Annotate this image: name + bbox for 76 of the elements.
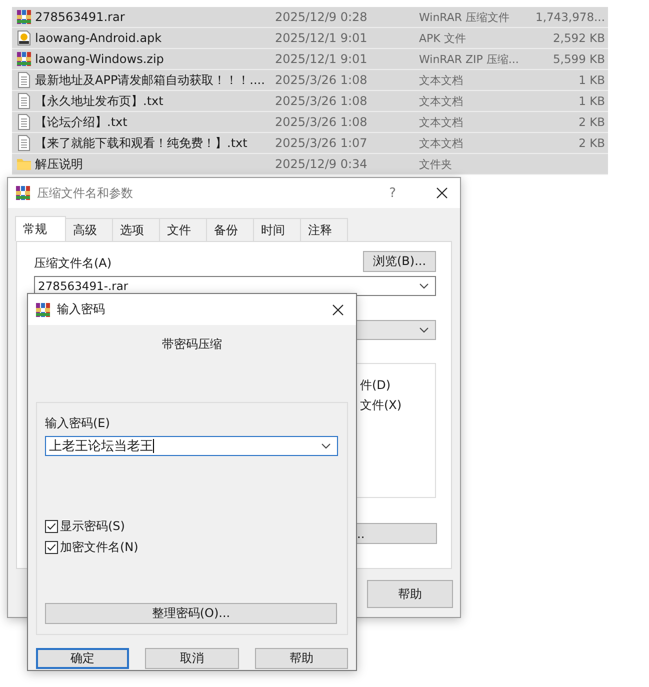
dialog-heading: 带密码压缩 <box>161 336 223 352</box>
checkbox-label: 加密文件名(N) <box>60 538 138 556</box>
file-date: 2025/3/26 1:08 <box>275 73 368 87</box>
file-name: 278563491.rar <box>35 10 126 24</box>
close-icon[interactable] <box>332 304 344 316</box>
password-field[interactable]: 上老王论坛当老王 <box>45 436 338 456</box>
file-row[interactable]: 最新地址及APP请发邮箱自动获取！！！.... 2025/3/26 1:08 文本文档 1 KB <box>12 70 608 91</box>
browse-button[interactable]: 浏览(B)... <box>363 251 436 272</box>
file-size: 2 KB <box>578 115 606 129</box>
file-size: 5,599 KB <box>552 52 606 66</box>
file-name: 解压说明 <box>35 156 84 172</box>
file-name: 最新地址及APP请发邮箱自动获取！！！.... <box>35 72 266 88</box>
caret-icon <box>419 283 429 289</box>
file-type: 文本文档 <box>419 72 464 88</box>
tab[interactable]: 常规 <box>15 216 66 241</box>
window-title: 输入密码 <box>57 301 105 318</box>
file-date: 2025/3/26 1:07 <box>275 136 368 150</box>
text-file-icon <box>16 93 32 109</box>
file-size: 2,592 KB <box>552 31 606 45</box>
file-type: WinRAR 压缩文件 <box>419 10 511 24</box>
books-icon <box>35 302 51 318</box>
window-title: 压缩文件名和参数 <box>37 184 134 202</box>
text-file-icon <box>16 135 32 151</box>
file-date: 2025/3/26 1:08 <box>275 94 368 108</box>
dialog-button[interactable]: 帮助 <box>254 648 348 669</box>
dialog-button[interactable]: 确定 <box>36 648 130 669</box>
file-row[interactable]: 278563491.rar 2025/12/9 0:28 WinRAR 压缩文件 1,743,978... <box>12 7 608 28</box>
organize-button[interactable]: 整理密码(O)... <box>45 603 337 624</box>
dialog-button[interactable]: 取消 <box>145 648 239 669</box>
file-size: 1 KB <box>578 73 606 87</box>
file-type: 文本文档 <box>419 114 464 130</box>
file-size: 1 KB <box>578 94 606 108</box>
text-file-icon <box>16 72 32 88</box>
file-date: 2025/12/9 0:34 <box>275 157 368 171</box>
help-button[interactable]: 帮助 <box>367 580 453 608</box>
file-row[interactable]: 解压说明 2025/12/9 0:34 文件夹 <box>12 154 608 175</box>
file-type: APK 文件 <box>419 30 467 46</box>
file-row[interactable]: laowang-Android.apk 2025/12/1 9:01 APK 文件 2,592 KB <box>12 28 608 49</box>
file-type: 文本文档 <box>419 94 464 108</box>
field-label: 压缩文件名(A) <box>34 255 112 272</box>
file-type: WinRAR ZIP 压缩... <box>419 52 520 66</box>
file-name: laowang-Windows.zip <box>35 52 165 66</box>
tab[interactable]: 注释 <box>300 218 348 241</box>
close-icon[interactable] <box>436 187 448 199</box>
checkbox[interactable] <box>45 520 58 532</box>
file-date: 2025/12/9 0:28 <box>275 10 368 24</box>
file-row[interactable]: 【论坛介绍】.txt 2025/3/26 1:08 文本文档 2 KB <box>12 112 608 133</box>
caret-icon <box>321 443 331 449</box>
checkbox-label: 显示密码(S) <box>60 518 125 534</box>
caret-icon <box>419 327 429 333</box>
file-type: 文件夹 <box>419 156 453 172</box>
file-name: 【论坛介绍】.txt <box>35 114 128 130</box>
file-name: 【永久地址发布页】.txt <box>35 92 164 110</box>
file-row[interactable]: 【永久地址发布页】.txt 2025/3/26 1:08 文本文档 1 KB <box>12 91 608 112</box>
option-label: 件(D) <box>360 377 392 394</box>
apk-file-icon <box>16 30 32 46</box>
file-size: 2 KB <box>578 136 606 150</box>
checkbox[interactable] <box>45 540 58 554</box>
file-type: 文本文档 <box>419 136 464 150</box>
file-row[interactable]: 【来了就能下载和观看！纯免费！】.txt 2025/3/26 1:07 文本文档 2 KB <box>12 133 608 154</box>
text-cursor <box>153 439 154 453</box>
folder-icon <box>16 156 32 172</box>
text-file-icon <box>16 114 32 130</box>
file-row[interactable]: laowang-Windows.zip 2025/12/1 9:01 WinRAR ZIP 压缩... 5,599 KB <box>12 49 608 70</box>
file-name: 【来了就能下载和观看！纯免费！】.txt <box>35 134 248 152</box>
file-name: laowang-Android.apk <box>35 31 163 45</box>
option-label: 文件(X) <box>360 397 403 414</box>
field-label: 输入密码(E) <box>45 415 110 432</box>
file-date: 2025/12/1 9:01 <box>275 31 368 45</box>
books-icon <box>15 185 31 201</box>
books-icon <box>16 51 32 67</box>
books-icon <box>16 9 32 25</box>
file-size: 1,743,978... <box>534 10 606 24</box>
file-date: 2025/3/26 1:08 <box>275 115 368 129</box>
file-date: 2025/12/1 9:01 <box>275 52 368 66</box>
help-glyph[interactable]: ? <box>389 186 396 200</box>
